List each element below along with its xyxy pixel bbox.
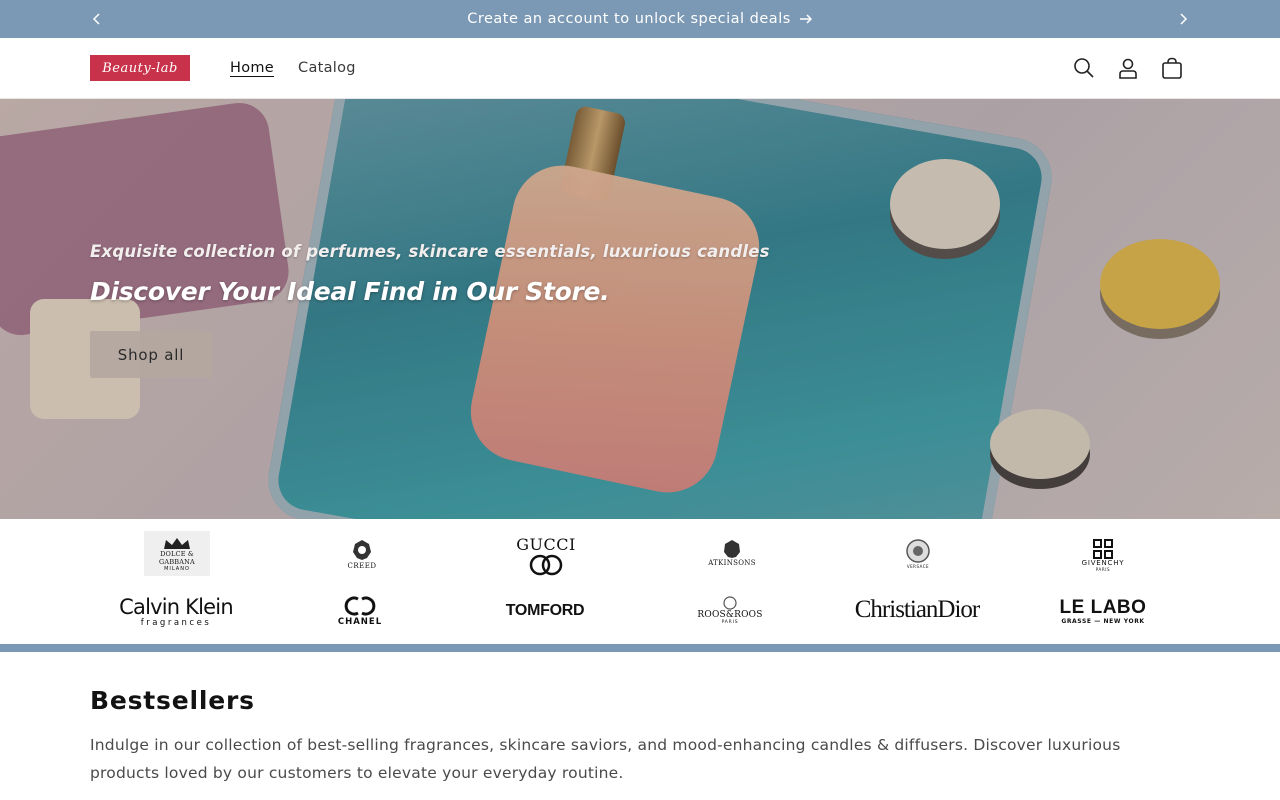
announcement-text: Create an account to unlock special deal…	[467, 11, 791, 27]
brand-name: DOLCE & GABBANA	[159, 549, 195, 566]
search-button[interactable]	[1062, 46, 1106, 90]
medusa-icon	[906, 538, 930, 563]
crest-icon	[724, 540, 740, 558]
brand-sub: MILANO	[164, 565, 190, 572]
arrow-right-icon	[799, 14, 812, 24]
brand-sub: fragrances	[140, 618, 212, 628]
brand-name: GUCCI	[516, 534, 576, 554]
brand-logo-atkinsons[interactable]: ATKINSONS	[700, 533, 764, 573]
header-icons	[1062, 46, 1194, 90]
search-icon	[1074, 58, 1094, 78]
brand-logo-gucci[interactable]: GUCCI	[510, 531, 582, 579]
brand-sub: PARIS	[721, 619, 739, 625]
brand-logo-creed[interactable]: CREED	[340, 531, 384, 576]
brand-logo-tom-ford[interactable]: TOMFORD	[496, 599, 594, 623]
brand-logo-chanel[interactable]: CHANEL	[330, 593, 390, 629]
brand-logo-christian-dior[interactable]: ChristianDior	[842, 595, 992, 625]
chanel-cc-icon	[344, 596, 376, 616]
hero-subtitle: Exquisite collection of perfumes, skinca…	[90, 242, 770, 261]
brand-logo-givenchy[interactable]: GIVENCHY PARIS	[1074, 533, 1132, 577]
gg-icon	[529, 554, 563, 575]
main-nav: Home Catalog	[218, 38, 368, 98]
nav-catalog-link[interactable]: Catalog	[286, 60, 368, 76]
brand-logo-roos-roos[interactable]: ROOS&ROOS PARIS	[690, 591, 770, 629]
brand-sub: PARIS	[1095, 566, 1111, 572]
crest-icon	[353, 539, 371, 560]
site-logo[interactable]: Beauty-lab	[90, 55, 190, 81]
brand-logo-versace[interactable]: VERSACE	[898, 533, 938, 573]
site-header: Beauty-lab Home Catalog	[0, 38, 1280, 99]
brand-logos: DOLCE & GABBANA MILANO CREED GUCCI ATKIN…	[0, 519, 1280, 644]
hero-overlay	[0, 99, 1280, 519]
brand-name: ROOS&ROOS	[697, 609, 763, 620]
brand-logo-calvin-klein[interactable]: Calvin Klein fragrances	[114, 593, 238, 631]
chevron-left-icon	[92, 13, 100, 25]
brand-logo-le-labo[interactable]: LE LABO GRASSE — NEW YORK	[1054, 595, 1152, 627]
brand-name: TOMFORD	[505, 602, 585, 619]
brand-name: ATKINSONS	[708, 559, 756, 567]
hero-title: Discover Your Ideal Find in Our Store.	[90, 277, 610, 306]
nav-home-link[interactable]: Home	[218, 60, 286, 76]
announcement-bar: Create an account to unlock special deal…	[0, 0, 1280, 38]
brand-name: LE LABO	[1059, 596, 1147, 618]
givenchy-4g-icon	[1093, 538, 1113, 559]
section-divider	[0, 644, 1280, 652]
account-icon	[1119, 58, 1137, 79]
brand-name: CHANEL	[337, 617, 383, 627]
hero-banner: Exquisite collection of perfumes, skinca…	[0, 99, 1280, 519]
brand-name: GIVENCHY	[1081, 558, 1125, 567]
cart-button[interactable]	[1150, 46, 1194, 90]
crown-icon	[164, 537, 190, 549]
shop-all-button[interactable]: Shop all	[90, 331, 212, 378]
brand-name: Calvin Klein	[119, 595, 233, 619]
announcement-next-button[interactable]	[1168, 0, 1198, 38]
brand-name: CREED	[347, 561, 377, 570]
announcement-link[interactable]: Create an account to unlock special deal…	[467, 11, 813, 27]
cart-icon	[1162, 57, 1182, 79]
account-button[interactable]	[1106, 46, 1150, 90]
brand-logo-dolce-gabbana[interactable]: DOLCE & GABBANA MILANO	[144, 531, 210, 576]
crest-icon	[723, 595, 737, 610]
brand-name: VERSACE	[906, 563, 930, 569]
bestsellers-heading: Bestsellers	[90, 686, 255, 715]
chevron-right-icon	[1180, 13, 1188, 25]
brand-name: ChristianDior	[854, 596, 980, 623]
bestsellers-description: Indulge in our collection of best-sellin…	[90, 736, 1121, 782]
announcement-prev-button[interactable]	[82, 0, 112, 38]
brand-sub: GRASSE — NEW YORK	[1061, 617, 1145, 625]
